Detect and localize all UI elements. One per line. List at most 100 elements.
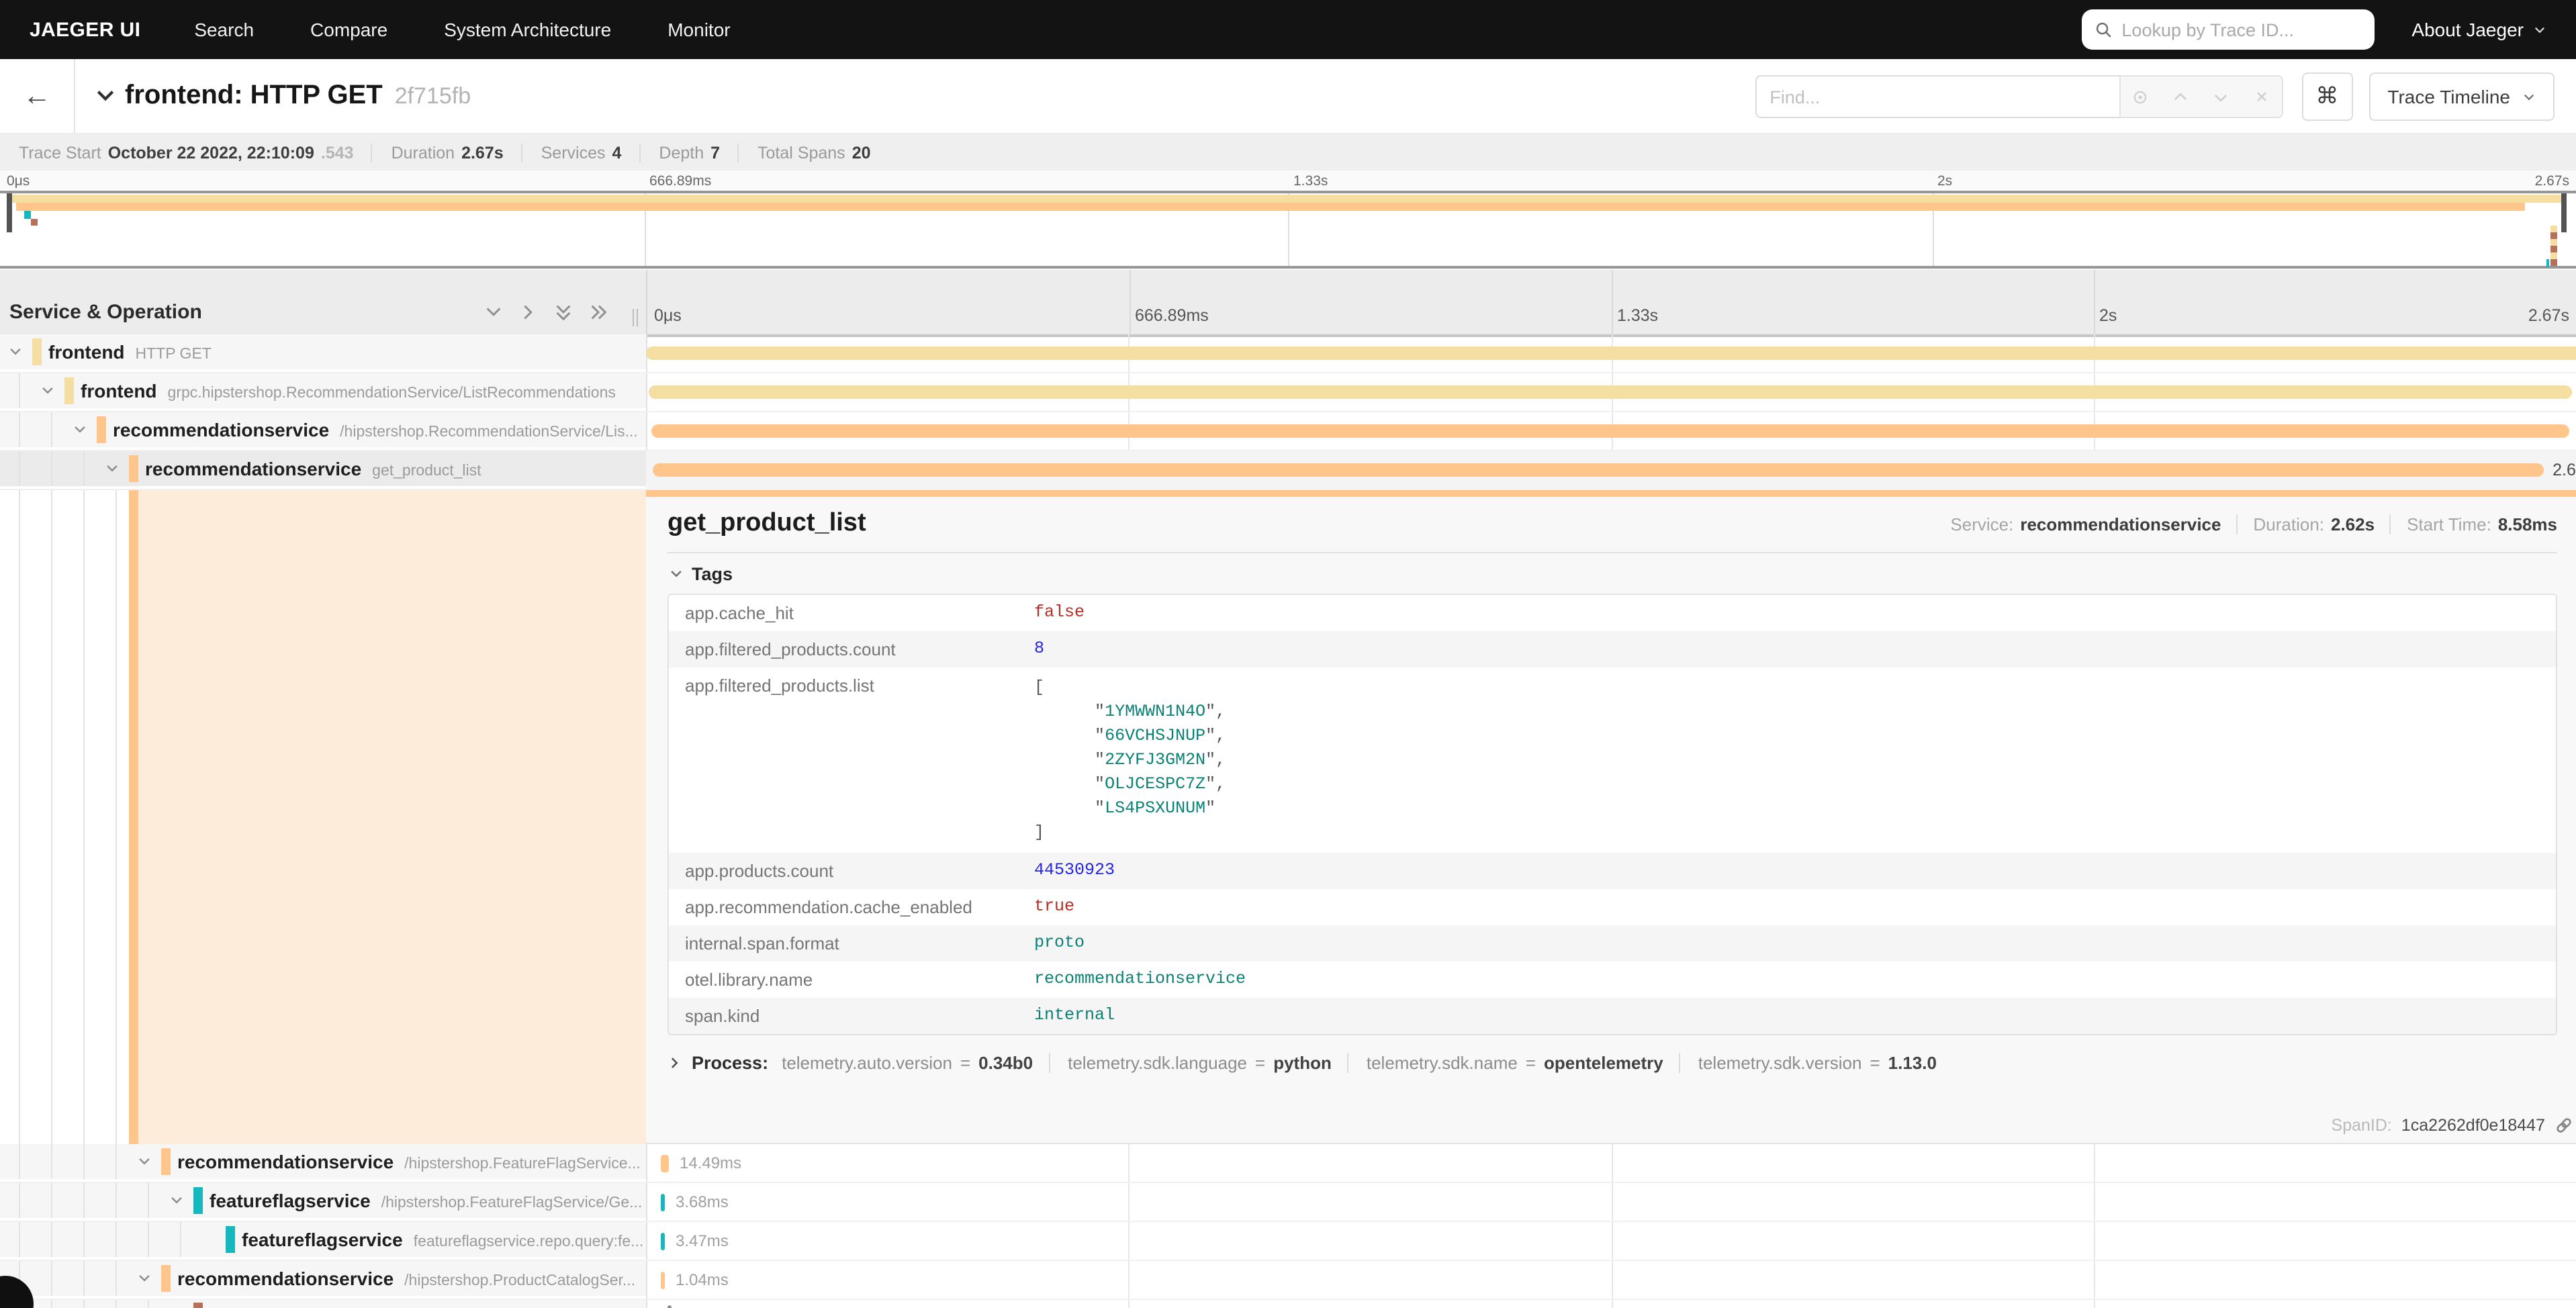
indent-guide [83, 490, 85, 1144]
collapse-all-icon[interactable] [553, 302, 573, 322]
span-duration-tick[interactable] [661, 1233, 665, 1250]
indent-guide [116, 1183, 117, 1218]
span-row[interactable] [0, 1300, 2576, 1308]
trace-view-selector[interactable]: Trace Timeline [2368, 73, 2555, 121]
tag-key: app.recommendation.cache_enabled [669, 889, 1034, 925]
span-detail-panel: get_product_listService:recommendationse… [646, 490, 2576, 1144]
deep-link-icon[interactable] [2555, 1116, 2573, 1135]
span-row-timeline-cell[interactable]: 3.68ms [646, 1183, 2576, 1221]
column-resizer-grip[interactable] [633, 309, 638, 326]
span-collapse-chevron-icon[interactable] [137, 1154, 152, 1169]
span-row[interactable]: recommendationservice/hipstershop.Featur… [0, 1144, 2576, 1183]
collapse-one-icon[interactable] [484, 302, 504, 322]
span-row[interactable]: frontendHTTP GET [0, 334, 2576, 373]
meta-value: 20 [852, 143, 871, 162]
nav-link-search[interactable]: Search [194, 19, 254, 40]
tag-key: otel.library.name [669, 962, 1034, 998]
span-row-tree-cell: featureflagservicefeatureflagservice.rep… [0, 1222, 646, 1260]
search-icon [2095, 21, 2112, 38]
span-row-timeline-cell[interactable] [646, 1300, 2576, 1308]
span-row-timeline-cell[interactable]: 1.04ms [646, 1261, 2576, 1299]
span-detail-meta-item: Service:recommendationservice [1950, 514, 2221, 534]
expand-one-icon[interactable] [518, 302, 539, 322]
nav-link-monitor[interactable]: Monitor [668, 19, 730, 40]
minimap-left-drag-handle[interactable] [7, 193, 12, 232]
expand-all-icon[interactable] [588, 302, 608, 322]
span-detail-meta: Service:recommendationservice Duration: 2.… [1950, 514, 2557, 534]
grid-header-gridline [2094, 270, 2095, 334]
lookup-placeholder: Lookup by Trace ID... [2121, 19, 2294, 40]
trace-collapse-toggle[interactable] [94, 85, 117, 107]
span-collapse-chevron-icon[interactable] [8, 344, 23, 359]
span-duration-bar[interactable] [646, 346, 2576, 360]
span-row[interactable]: frontendgrpc.hipstershop.RecommendationS… [0, 373, 2576, 412]
indent-guide [83, 1300, 85, 1308]
nav-link-compare[interactable]: Compare [310, 19, 387, 40]
span-row[interactable]: featureflagservicefeatureflagservice.rep… [0, 1222, 2576, 1261]
tag-row: span.kindinternal [669, 998, 2556, 1034]
find-input[interactable]: Find... [1755, 75, 2119, 118]
tag-row: app.cache_hitfalse [669, 595, 2556, 631]
span-duration-tick[interactable] [661, 1155, 669, 1172]
service-color-bar [161, 1265, 171, 1292]
back-button[interactable]: ← [0, 59, 75, 133]
span-detail-meta-label: Duration: [2254, 514, 2325, 534]
service-color-bar [193, 1303, 203, 1308]
timeline-tick-label: 2.67s [2528, 306, 2569, 325]
keyboard-shortcuts-button[interactable]: ⌘ [2301, 73, 2352, 121]
span-duration-bar[interactable] [649, 385, 2572, 399]
span-row[interactable]: recommendationservice/hipstershop.Produc… [0, 1261, 2576, 1300]
span-row-timeline-cell[interactable] [646, 412, 2576, 450]
span-collapse-chevron-icon[interactable] [40, 383, 55, 398]
span-row-tree-cell: recommendationserviceget_product_list [0, 451, 646, 489]
tag-row: app.recommendation.cache_enabledtrue [669, 889, 2556, 925]
span-duration-bar[interactable] [651, 424, 2569, 438]
span-detail-meta-value: 2.62s [2331, 514, 2375, 534]
indent-guide [19, 1222, 20, 1257]
span-detail-divider [668, 552, 2557, 553]
service-color-bar [129, 455, 138, 482]
minimap-span-late [2550, 259, 2557, 265]
clear-find-icon[interactable] [2241, 77, 2281, 117]
trace-id-lookup-input[interactable]: Lookup by Trace ID... [2081, 9, 2374, 50]
span-row[interactable]: featureflagservice/hipstershop.FeatureFl… [0, 1183, 2576, 1222]
span-service-name: recommendationservice/hipstershop.Featur… [177, 1151, 641, 1172]
span-id-row: SpanID:1ca2262df0e18447 [2332, 1116, 2573, 1135]
span-service-name: recommendationserviceget_product_list [145, 458, 481, 479]
span-collapse-chevron-icon[interactable] [169, 1193, 184, 1208]
span-row[interactable]: recommendationservice/hipstershop.Recomm… [0, 412, 2576, 451]
indent-guide [116, 1144, 117, 1179]
minimap-right-drag-handle[interactable] [2561, 193, 2567, 232]
timeline-tick-label: 666.89ms [1135, 306, 1209, 325]
tag-key: app.cache_hit [669, 595, 1034, 631]
jaeger-logo[interactable]: JAEGER UI [30, 18, 140, 41]
span-row-timeline-cell[interactable]: 3.47ms [646, 1222, 2576, 1260]
indent-guide [83, 1183, 85, 1218]
meta-value: 4 [612, 143, 622, 162]
span-row-timeline-cell[interactable]: 14.49ms [646, 1144, 2576, 1182]
equals-sign: = [960, 1053, 970, 1073]
service-color-bar [97, 416, 106, 443]
span-collapse-chevron-icon[interactable] [73, 422, 87, 437]
span-duration-tick[interactable] [668, 1305, 672, 1308]
about-jaeger-menu[interactable]: About Jaeger [2411, 19, 2546, 40]
minimap-span-frontend [11, 195, 2563, 203]
span-collapse-chevron-icon[interactable] [137, 1271, 152, 1286]
span-row[interactable]: recommendationserviceget_product_list 2.6… [0, 451, 2576, 490]
minimap-canvas[interactable] [0, 191, 2576, 269]
focus-match-icon[interactable] [2120, 77, 2160, 117]
tags-section-toggle[interactable]: Tags [669, 564, 2557, 584]
span-row-timeline-cell[interactable] [646, 334, 2576, 372]
span-row-timeline-cell[interactable] [646, 373, 2576, 411]
process-section-toggle[interactable]: Process:telemetry.auto.version=0.34b0tel… [668, 1053, 2557, 1073]
nav-link-system-architecture[interactable]: System Architecture [444, 19, 611, 40]
span-duration-tick[interactable] [661, 1194, 665, 1211]
tag-key: app.filtered_products.count [669, 631, 1034, 667]
span-collapse-chevron-icon[interactable] [105, 461, 120, 476]
span-row-timeline-cell[interactable]: 2.62s [646, 451, 2576, 489]
span-duration-tick[interactable] [661, 1272, 665, 1289]
meta-value: October 22 2022, 22:10:09 [108, 143, 314, 162]
span-duration-bar[interactable] [652, 463, 2543, 477]
next-match-icon[interactable] [2201, 77, 2241, 117]
prev-match-icon[interactable] [2160, 77, 2201, 117]
